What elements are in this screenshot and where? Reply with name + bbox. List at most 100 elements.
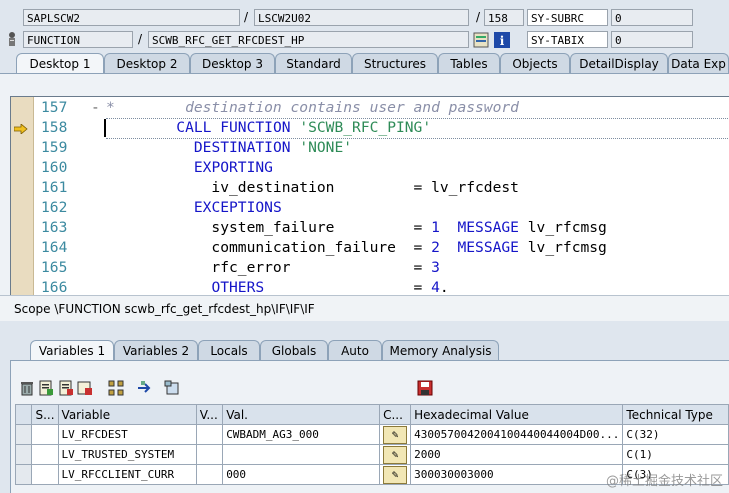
import-list-icon[interactable] [38, 380, 54, 396]
tab-locals[interactable]: Locals [198, 340, 260, 360]
expand-structure-icon[interactable] [108, 380, 124, 396]
info-icon[interactable]: i [494, 32, 510, 48]
scope-text: Scope \FUNCTION scwb_rfc_get_rfcdest_hp\… [0, 295, 729, 321]
save-variables-icon[interactable] [77, 380, 93, 396]
code-text: communication_failure = [106, 239, 432, 256]
change-cell[interactable]: ✎ [379, 464, 412, 485]
line-number: 161 [41, 179, 68, 196]
column-header-hex-value[interactable]: Hexadecimal Value [410, 404, 624, 425]
code-text: iv_destination = lv_rfcdest [106, 179, 519, 196]
pencil-edit-icon[interactable]: ✎ [383, 425, 408, 444]
value-cell[interactable] [222, 444, 381, 465]
variable-name-cell[interactable]: LV_TRUSTED_SYSTEM [57, 444, 197, 465]
table-row[interactable]: LV_RFCDEST CWBADM_AG3_000 ✎ 430057004200… [14, 424, 729, 445]
code-comment: * destination contains user and password [106, 99, 519, 116]
code-line[interactable]: communication_failure = 2 MESSAGE lv_rfc… [106, 238, 606, 258]
line-number: 158 [41, 119, 68, 136]
tab-desktop-1[interactable]: Desktop 1 [16, 53, 104, 74]
variable-name-cell[interactable]: LV_RFCDEST [57, 424, 197, 445]
tab-variables-2[interactable]: Variables 2 [114, 340, 198, 360]
tab-detail-display[interactable]: DetailDisplay [570, 53, 668, 73]
code-keyword: 1 [431, 219, 440, 236]
v-cell [195, 464, 224, 485]
pencil-edit-icon[interactable]: ✎ [383, 445, 408, 464]
pencil-edit-icon[interactable]: ✎ [383, 465, 408, 484]
code-line[interactable]: OTHERS = 4. [106, 278, 449, 295]
save-icon[interactable] [417, 380, 433, 396]
variable-name-cell[interactable]: LV_RFCCLIENT_CURR [57, 464, 197, 485]
value-cell[interactable]: CWBADM_AG3_000 [222, 424, 381, 445]
tab-memory-analysis[interactable]: Memory Analysis [382, 340, 499, 360]
source-code-editor[interactable]: 157 - * destination contains user and pass… [10, 96, 729, 295]
line-number: 166 [41, 279, 68, 295]
tab-standard[interactable]: Standard [275, 53, 352, 73]
status-cell [31, 444, 59, 465]
tab-tables[interactable]: Tables [438, 53, 500, 73]
code-line[interactable]: * destination contains user and password [106, 98, 519, 118]
column-header-status[interactable]: S... [31, 404, 59, 425]
include-field[interactable]: LSCW2U02 [254, 9, 469, 26]
code-line[interactable]: iv_destination = lv_rfcdest [106, 178, 519, 198]
sy-subrc-value[interactable]: 0 [611, 9, 693, 26]
code-text: = [264, 279, 432, 295]
column-header-technical-type[interactable]: Technical Type [622, 404, 729, 425]
current-statement-arrow-icon [13, 123, 28, 135]
code-line[interactable]: EXPORTING [106, 158, 273, 178]
export-list-icon[interactable] [58, 380, 74, 396]
code-line[interactable]: system_failure = 1 MESSAGE lv_rfcmsg [106, 218, 606, 238]
variables-tab-bar: Variables 1 Variables 2 Locals Globals A… [0, 340, 729, 361]
code-text: system_failure = [106, 219, 432, 236]
technical-type-cell: C(32) [622, 424, 729, 445]
tab-structures[interactable]: Structures [352, 53, 438, 73]
column-header-variable[interactable]: Variable [57, 404, 197, 425]
sy-tabix-value[interactable]: 0 [611, 31, 693, 48]
tab-desktop-3[interactable]: Desktop 3 [190, 53, 275, 73]
tab-globals[interactable]: Globals [260, 340, 328, 360]
tab-variables-1[interactable]: Variables 1 [30, 340, 114, 361]
display-object-icon[interactable] [473, 32, 489, 48]
column-header-change[interactable]: C... [379, 404, 412, 425]
hex-value-cell[interactable]: 4300570042004100440044004D00... [410, 424, 624, 445]
line-number-field[interactable]: 158 [484, 9, 524, 26]
separator: / [138, 32, 143, 46]
function-name-field[interactable]: SCWB_RFC_GET_RFCDEST_HP [148, 31, 469, 48]
status-cell [31, 464, 59, 485]
table-row[interactable]: LV_TRUSTED_SYSTEM ✎ 2000 C(1) [14, 444, 729, 465]
type-field[interactable]: FUNCTION [23, 31, 133, 48]
sy-subrc-label: SY-SUBRC [527, 9, 608, 26]
row-selector-header[interactable] [14, 404, 33, 425]
separator: / [476, 10, 481, 24]
hex-value-cell[interactable]: 300030003000 [410, 464, 624, 485]
tab-data-explorer[interactable]: Data Exp [668, 53, 729, 73]
tab-auto[interactable]: Auto [328, 340, 382, 360]
program-field[interactable]: SAPLSCW2 [23, 9, 240, 26]
code-line[interactable]: DESTINATION 'NONE' [106, 138, 352, 158]
code-line[interactable]: EXCEPTIONS [106, 198, 282, 218]
delete-icon[interactable] [19, 380, 35, 396]
line-number: 163 [41, 219, 68, 236]
row-selector[interactable] [14, 424, 33, 445]
row-selector[interactable] [14, 464, 33, 485]
change-cell[interactable]: ✎ [379, 444, 412, 465]
value-cell[interactable]: 000 [222, 464, 381, 485]
hex-value-cell[interactable]: 2000 [410, 444, 624, 465]
code-line[interactable]: CALL FUNCTION 'SCWB_RFC_PING' [106, 118, 431, 138]
navigate-icon[interactable] [136, 380, 152, 396]
code-keyword: DESTINATION [193, 139, 291, 156]
change-cell[interactable]: ✎ [379, 424, 412, 445]
code-keyword: 4 [431, 279, 440, 295]
code-line[interactable]: rfc_error = 3 [106, 258, 439, 278]
svg-text:i: i [500, 34, 505, 48]
object-icon[interactable] [164, 380, 180, 396]
tab-desktop-2[interactable]: Desktop 2 [104, 53, 190, 73]
tab-objects[interactable]: Objects [500, 53, 570, 73]
code-text: . [439, 279, 449, 295]
row-selector[interactable] [14, 444, 33, 465]
column-header-v[interactable]: V... [195, 404, 224, 425]
collapse-marker[interactable]: - [91, 98, 100, 118]
column-header-value[interactable]: Val. [222, 404, 381, 425]
